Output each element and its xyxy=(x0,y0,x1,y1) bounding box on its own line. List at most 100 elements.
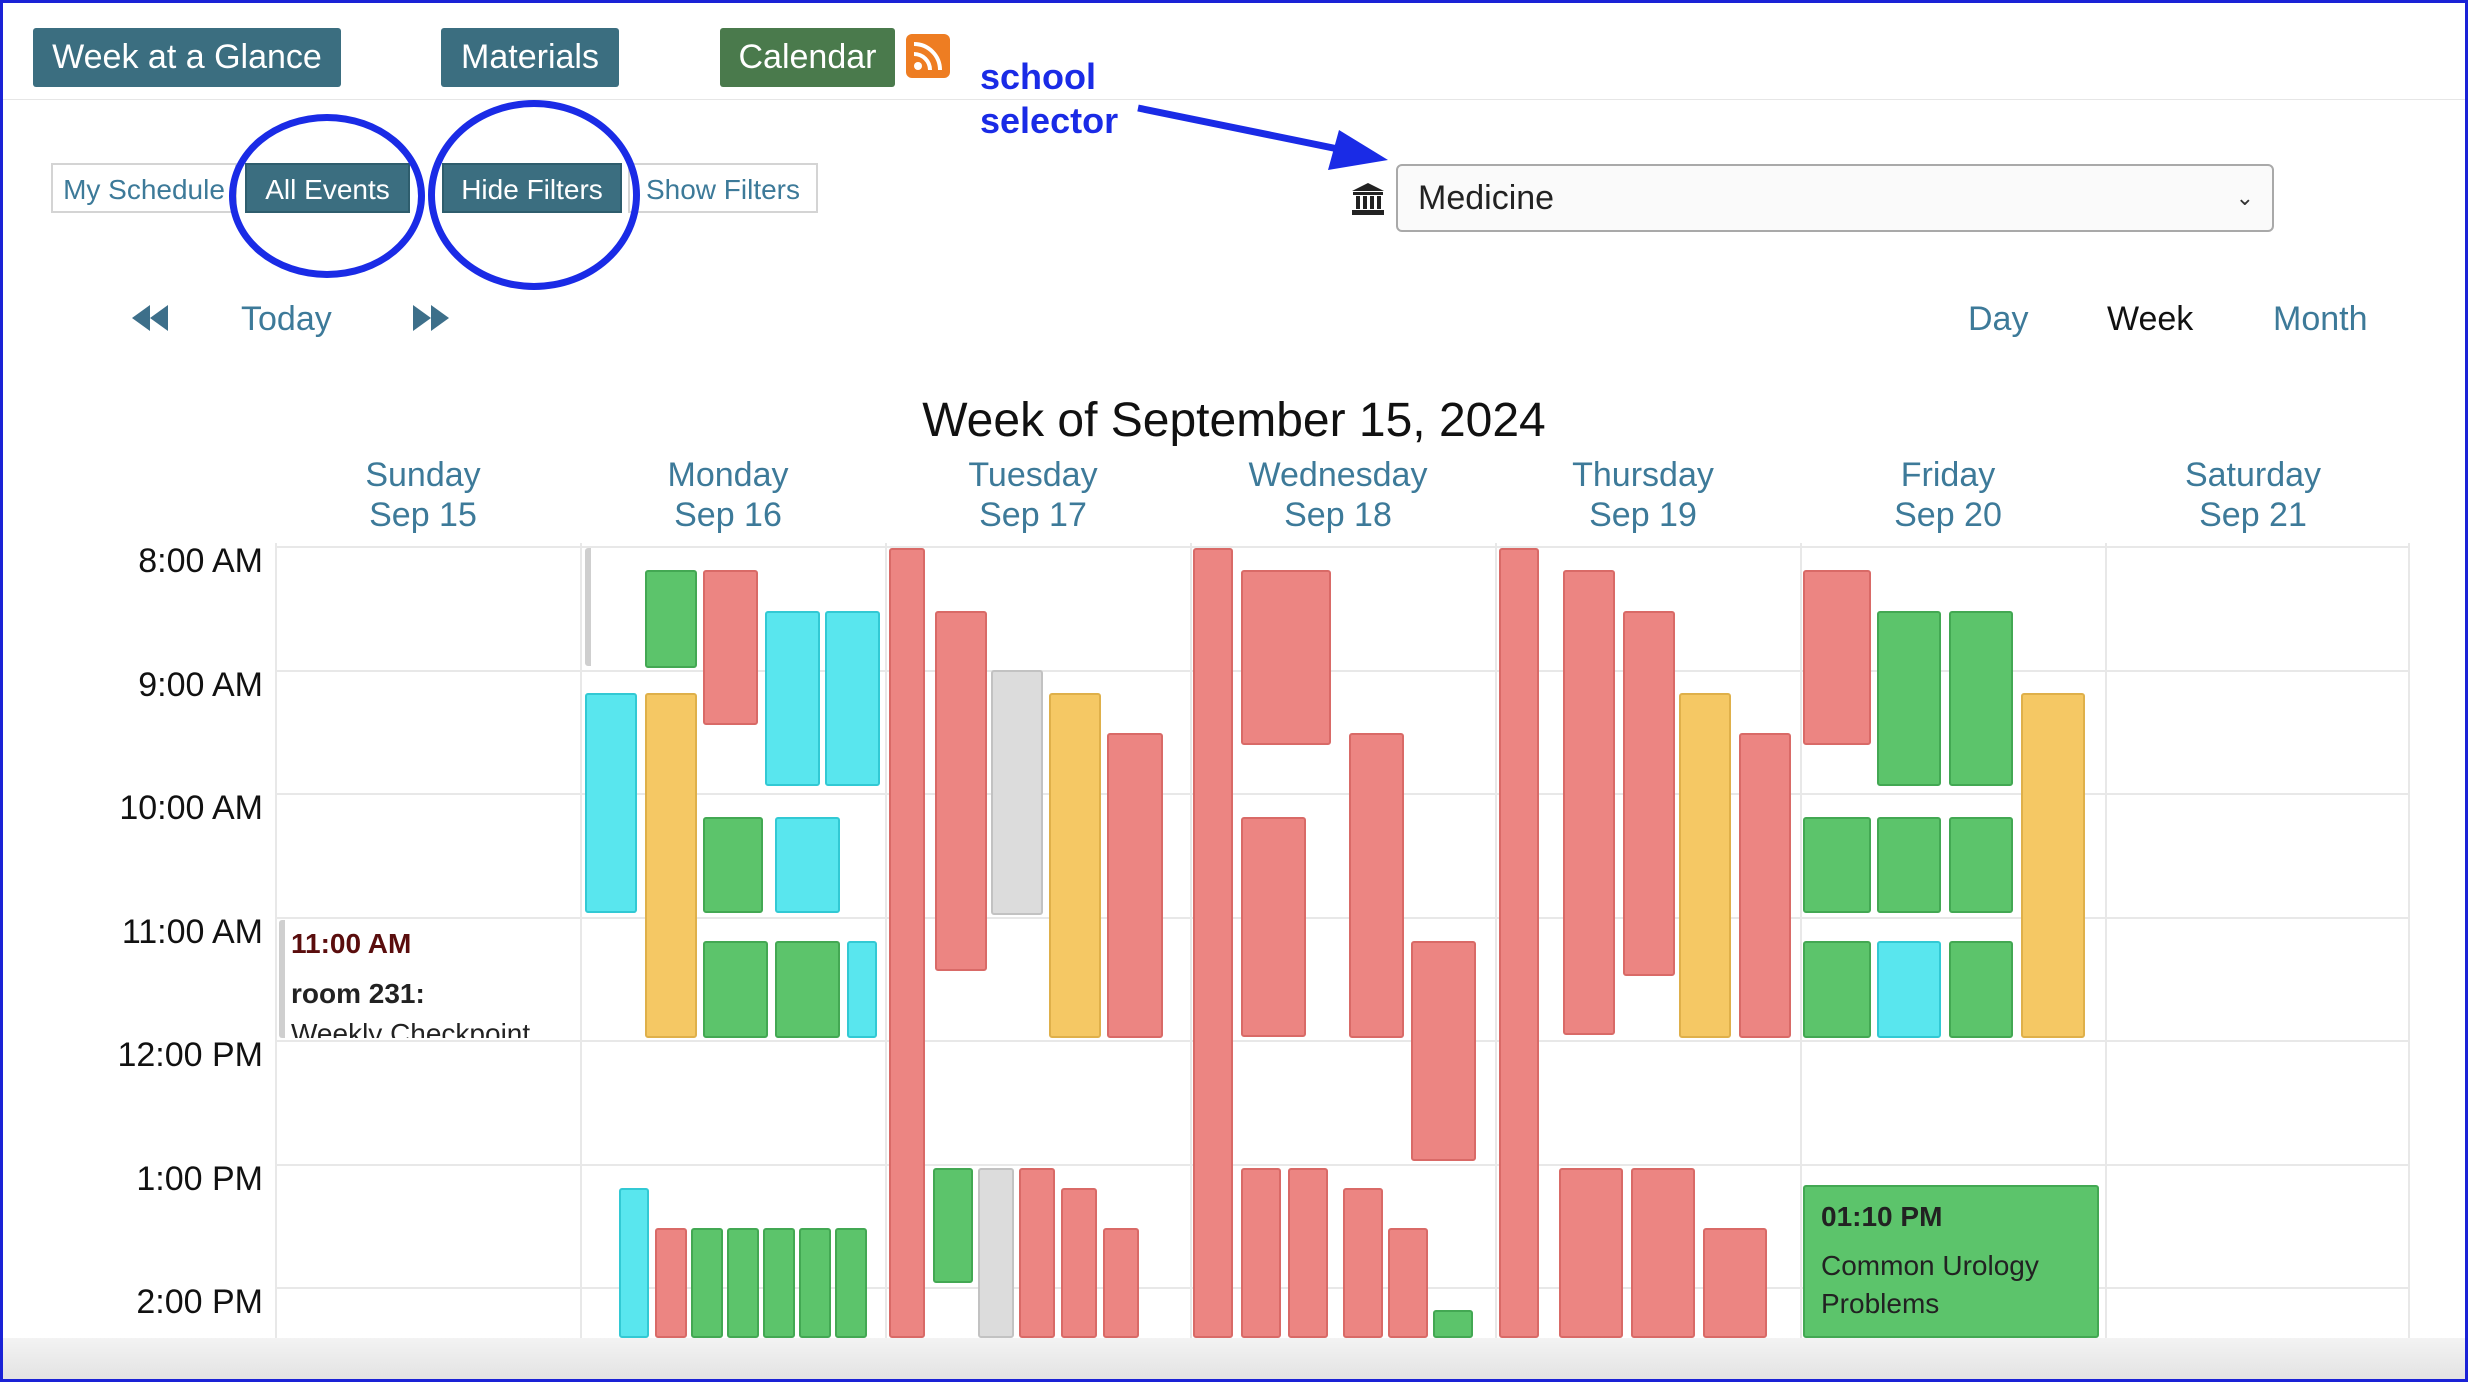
event-tile[interactable] xyxy=(585,548,637,666)
annotation-arrow-icon xyxy=(1137,104,1388,170)
event-tile[interactable] xyxy=(1623,611,1675,976)
month-view-button[interactable]: Month xyxy=(2273,299,2368,339)
common-urology-problems-event[interactable]: 01:10 PM Common Urology Problems xyxy=(1803,1185,2099,1338)
school-select[interactable]: Medicine ⌄ xyxy=(1396,164,2274,232)
calendar-button[interactable]: Calendar xyxy=(720,28,895,87)
event-tile[interactable] xyxy=(645,693,697,1038)
day-header-wednesday[interactable]: Wednesday Sep 18 xyxy=(1188,455,1488,535)
time-label: 1:00 PM xyxy=(136,1160,263,1198)
event-tile[interactable] xyxy=(1411,941,1476,1161)
school-select-value: Medicine xyxy=(1418,179,1555,217)
day-header-monday[interactable]: Monday Sep 16 xyxy=(578,455,878,535)
event-tile[interactable] xyxy=(727,1228,759,1338)
event-tile[interactable] xyxy=(691,1228,723,1338)
event-tile[interactable] xyxy=(978,1168,1014,1338)
event-tile[interactable] xyxy=(835,1228,867,1338)
day-header-saturday[interactable]: Saturday Sep 21 xyxy=(2103,455,2403,535)
event-tile[interactable] xyxy=(847,941,877,1038)
day-header-tuesday[interactable]: Tuesday Sep 17 xyxy=(883,455,1183,535)
show-filters-button[interactable]: Show Filters xyxy=(628,163,818,213)
event-tile[interactable] xyxy=(1631,1168,1695,1338)
event-tile[interactable] xyxy=(2021,693,2085,1038)
all-events-highlight-circle xyxy=(229,114,425,278)
event-tile[interactable] xyxy=(799,1228,831,1338)
event-tile[interactable] xyxy=(775,817,840,913)
my-schedule-button[interactable]: My Schedule xyxy=(51,163,237,213)
event-tile[interactable] xyxy=(1949,817,2013,913)
event-tile[interactable] xyxy=(1193,548,1233,1338)
event-tile[interactable] xyxy=(1107,733,1163,1038)
day-header-sunday[interactable]: Sunday Sep 15 xyxy=(273,455,573,535)
event-tile[interactable] xyxy=(1703,1228,1767,1338)
next-week-icon[interactable] xyxy=(411,303,451,333)
event-tile[interactable] xyxy=(1241,570,1331,745)
day-name: Wednesday xyxy=(1248,456,1428,494)
event-tile[interactable] xyxy=(1241,1168,1281,1338)
event-tile[interactable] xyxy=(1433,1310,1473,1338)
day-name: Friday xyxy=(1900,456,1996,494)
annotation-line-1: school xyxy=(980,56,1097,97)
grid-line xyxy=(275,1164,2410,1166)
event-tile[interactable] xyxy=(1877,817,1941,913)
week-view-button[interactable]: Week xyxy=(2107,299,2193,339)
event-tile[interactable] xyxy=(1563,570,1615,1035)
event-tile[interactable] xyxy=(1019,1168,1055,1338)
event-tile[interactable] xyxy=(933,1168,973,1283)
day-column-divider xyxy=(275,543,277,1348)
day-view-button[interactable]: Day xyxy=(1968,299,2028,339)
event-tile[interactable] xyxy=(1877,611,1941,786)
annotation-line-2: selector xyxy=(980,100,1119,141)
event-tile[interactable] xyxy=(703,817,763,913)
day-column-divider xyxy=(885,543,887,1348)
event-tile[interactable] xyxy=(1803,570,1871,745)
event-tile[interactable] xyxy=(703,941,768,1038)
event-tile[interactable] xyxy=(1288,1168,1328,1338)
day-column-divider xyxy=(2105,543,2107,1348)
event-tile[interactable] xyxy=(1349,733,1404,1038)
event-tile[interactable] xyxy=(889,548,925,1338)
event-tile[interactable] xyxy=(703,570,758,725)
event-tile[interactable] xyxy=(655,1228,687,1338)
event-tile[interactable] xyxy=(645,570,697,668)
day-date: Sep 18 xyxy=(1284,496,1392,534)
event-tile[interactable] xyxy=(1803,941,1871,1038)
day-header-friday[interactable]: Friday Sep 20 xyxy=(1798,455,2098,535)
event-tile[interactable] xyxy=(1049,693,1101,1038)
event-time: 11:00 AM xyxy=(291,928,412,959)
event-tile[interactable] xyxy=(1739,733,1791,1038)
today-button[interactable]: Today xyxy=(241,299,332,339)
day-name: Tuesday xyxy=(968,456,1098,494)
event-tile[interactable] xyxy=(1559,1168,1623,1338)
event-tile[interactable] xyxy=(1877,941,1941,1038)
event-tile[interactable] xyxy=(1803,817,1871,913)
event-tile[interactable] xyxy=(775,941,840,1038)
event-tile[interactable] xyxy=(1949,941,2013,1038)
week-at-a-glance-button[interactable]: Week at a Glance xyxy=(33,28,341,87)
chevron-down-icon: ⌄ xyxy=(2235,185,2254,210)
rss-feed-icon[interactable] xyxy=(906,34,950,78)
event-tile[interactable] xyxy=(991,670,1043,915)
event-tile[interactable] xyxy=(1949,611,2013,786)
event-weekly-checkpoint[interactable]: 11:00 AM room 231: Weekly Checkpoint xyxy=(279,920,579,1038)
event-title: Common Urology Problems xyxy=(1821,1250,2039,1319)
event-tile[interactable] xyxy=(1499,548,1539,1338)
previous-week-icon[interactable] xyxy=(130,303,170,333)
event-tile[interactable] xyxy=(1388,1228,1428,1338)
event-tile[interactable] xyxy=(935,611,987,971)
time-label: 2:00 PM xyxy=(136,1283,263,1321)
event-tile[interactable] xyxy=(585,693,637,913)
event-tile[interactable] xyxy=(765,611,820,786)
event-tile[interactable] xyxy=(825,611,880,786)
day-header-thursday[interactable]: Thursday Sep 19 xyxy=(1493,455,1793,535)
event-tile[interactable] xyxy=(1343,1188,1383,1338)
event-tile[interactable] xyxy=(1241,817,1306,1037)
event-tile[interactable] xyxy=(763,1228,795,1338)
event-tile[interactable] xyxy=(1103,1228,1139,1338)
materials-button[interactable]: Materials xyxy=(441,28,619,87)
event-tile[interactable] xyxy=(1061,1188,1097,1338)
day-column-divider xyxy=(1800,543,1802,1348)
day-date: Sep 19 xyxy=(1589,496,1697,534)
event-tile[interactable] xyxy=(1679,693,1731,1038)
event-tile[interactable] xyxy=(619,1188,649,1338)
grid-line xyxy=(275,1040,2410,1042)
